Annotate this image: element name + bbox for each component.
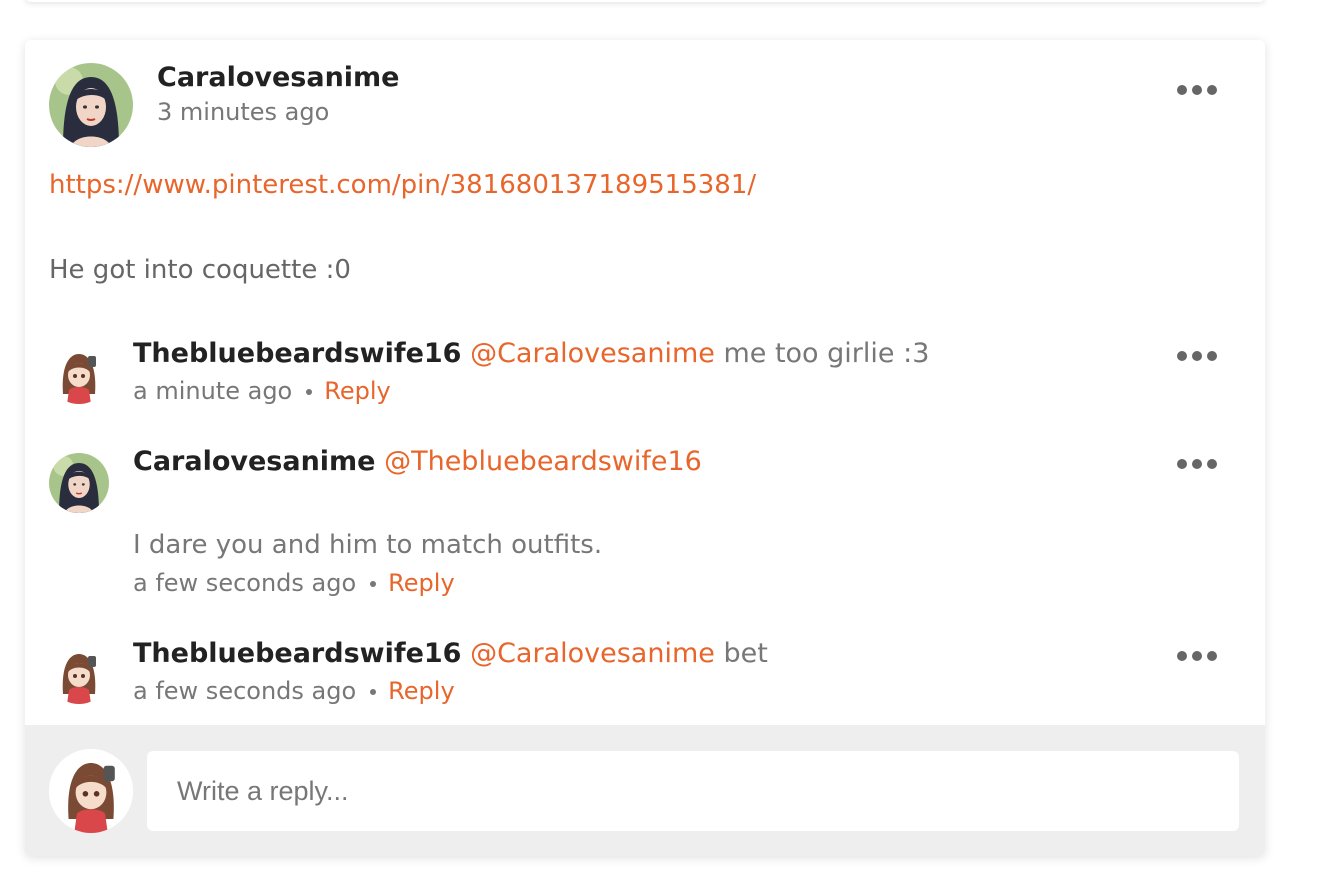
more-dot-icon bbox=[1177, 351, 1187, 361]
comment-text: bet bbox=[714, 638, 768, 669]
reply-link[interactable]: Reply bbox=[388, 677, 454, 705]
more-dot-icon bbox=[1177, 459, 1187, 469]
comment-author-name[interactable]: Caralovesanime bbox=[133, 446, 376, 477]
more-dot-icon bbox=[1192, 85, 1202, 95]
current-user-avatar[interactable] bbox=[49, 749, 133, 833]
comment-avatar[interactable] bbox=[49, 344, 109, 404]
separator-dot bbox=[370, 581, 377, 587]
more-dot-icon bbox=[1207, 651, 1217, 661]
comment-timestamp: a few seconds ago bbox=[133, 569, 357, 597]
comment-more-options[interactable] bbox=[1177, 649, 1221, 663]
post-text: He got into coquette :0 bbox=[49, 255, 351, 285]
comment-timestamp: a minute ago bbox=[133, 377, 293, 405]
comment-line: Thebluebeardswife16 @Caralovesanime bet bbox=[133, 638, 768, 669]
comment-meta: a minute ago Reply bbox=[133, 377, 391, 405]
separator-dot bbox=[306, 389, 313, 395]
photo-avatar-icon bbox=[49, 453, 109, 513]
post-link[interactable]: https://www.pinterest.com/pin/3816801371… bbox=[49, 170, 756, 200]
previous-card-edge bbox=[25, 0, 1265, 2]
post-more-options[interactable] bbox=[1177, 83, 1221, 97]
separator-dot bbox=[370, 689, 377, 695]
comment-author-name[interactable]: Thebluebeardswife16 bbox=[133, 638, 461, 669]
comment-line: Thebluebeardswife16 @Caralovesanime me t… bbox=[133, 338, 929, 369]
more-dot-icon bbox=[1192, 459, 1202, 469]
reply-input[interactable] bbox=[147, 751, 1239, 831]
comment-more-options[interactable] bbox=[1177, 457, 1221, 471]
post-author-name[interactable]: Caralovesanime bbox=[157, 62, 400, 93]
comment-avatar[interactable] bbox=[49, 453, 109, 513]
reply-link[interactable]: Reply bbox=[388, 569, 454, 597]
more-dot-icon bbox=[1207, 85, 1217, 95]
cartoon-girl-avatar-icon bbox=[49, 344, 109, 404]
comment-avatar[interactable] bbox=[49, 644, 109, 704]
comment-meta: a few seconds ago Reply bbox=[133, 677, 455, 705]
more-dot-icon bbox=[1192, 351, 1202, 361]
reply-composer bbox=[25, 725, 1265, 856]
more-dot-icon bbox=[1207, 351, 1217, 361]
comment-mention[interactable]: @Caralovesanime bbox=[470, 338, 715, 369]
post-card: Caralovesanime 3 minutes ago https://www… bbox=[25, 40, 1265, 856]
cartoon-girl-avatar-icon bbox=[49, 644, 109, 704]
comment-mention[interactable]: @Caralovesanime bbox=[470, 638, 715, 669]
more-dot-icon bbox=[1177, 651, 1187, 661]
post-author-avatar[interactable] bbox=[49, 63, 133, 147]
photo-avatar-icon bbox=[49, 63, 133, 147]
comment-author-name[interactable]: Thebluebeardswife16 bbox=[133, 338, 461, 369]
comment-timestamp: a few seconds ago bbox=[133, 677, 357, 705]
comment-text: me too girlie :3 bbox=[714, 338, 930, 369]
comment-mention[interactable]: @Thebluebeardswife16 bbox=[384, 446, 702, 477]
comment-meta: a few seconds ago Reply bbox=[133, 569, 455, 597]
more-dot-icon bbox=[1177, 85, 1187, 95]
comment-body: I dare you and him to match outfits. bbox=[133, 530, 603, 560]
reply-link[interactable]: Reply bbox=[324, 377, 390, 405]
comment-more-options[interactable] bbox=[1177, 349, 1221, 363]
more-dot-icon bbox=[1192, 651, 1202, 661]
cartoon-girl-avatar-icon bbox=[49, 749, 133, 833]
comment-line: Caralovesanime @Thebluebeardswife16 bbox=[133, 446, 702, 477]
more-dot-icon bbox=[1207, 459, 1217, 469]
post-timestamp: 3 minutes ago bbox=[157, 98, 330, 126]
